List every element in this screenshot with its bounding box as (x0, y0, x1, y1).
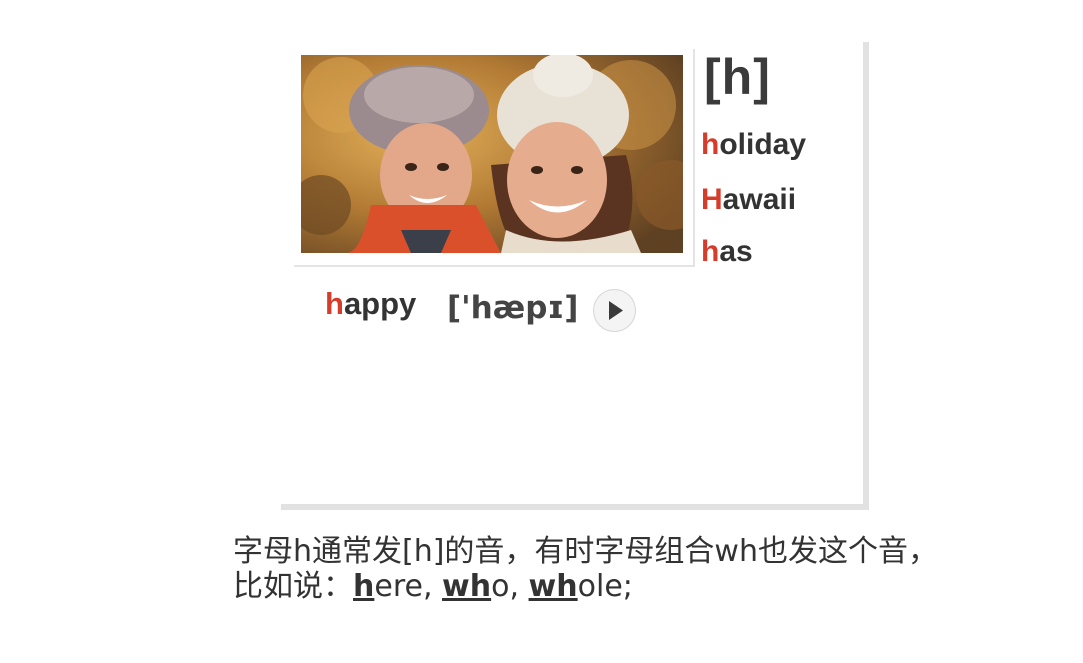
example-here-rest: ere, (374, 569, 443, 604)
example-here-bold: h (353, 569, 375, 604)
phonetic-symbol: [h] (704, 49, 771, 105)
example-who-rest: o, (491, 569, 529, 604)
lesson-card: [h] holiday Hawaii has happy ['hæpɪ] (275, 36, 863, 504)
word-rest: oliday (719, 128, 807, 161)
word-rest: awaii (722, 183, 797, 216)
example-who-bold: wh (442, 569, 492, 604)
example-whole-bold: wh (528, 569, 578, 604)
word-first-letter: H (701, 183, 723, 216)
example-whole-rest: ole; (577, 569, 633, 604)
example-first-letter: h (325, 286, 344, 321)
word-holiday: holiday (701, 128, 806, 162)
example-word: happy (325, 286, 416, 322)
lesson-photo (301, 55, 683, 253)
word-hawaii: Hawaii (701, 183, 796, 217)
description-line-1: 字母h通常发[h]的音，有时字母组合wh也发这个音， (233, 534, 938, 569)
description-line-2: 比如说：here, who, whole; (233, 569, 938, 604)
description: 字母h通常发[h]的音，有时字母组合wh也发这个音， 比如说：here, who… (233, 534, 938, 604)
word-rest: as (719, 235, 753, 268)
photo-frame (292, 47, 693, 265)
word-first-letter: h (701, 235, 720, 268)
play-icon (609, 301, 623, 320)
word-first-letter: h (701, 128, 720, 161)
description-prefix: 比如说： (233, 569, 353, 604)
play-audio-button[interactable] (593, 289, 636, 332)
example-rest: appy (343, 286, 417, 321)
example-ipa: ['hæpɪ] (447, 290, 579, 326)
word-has: has (701, 235, 753, 269)
